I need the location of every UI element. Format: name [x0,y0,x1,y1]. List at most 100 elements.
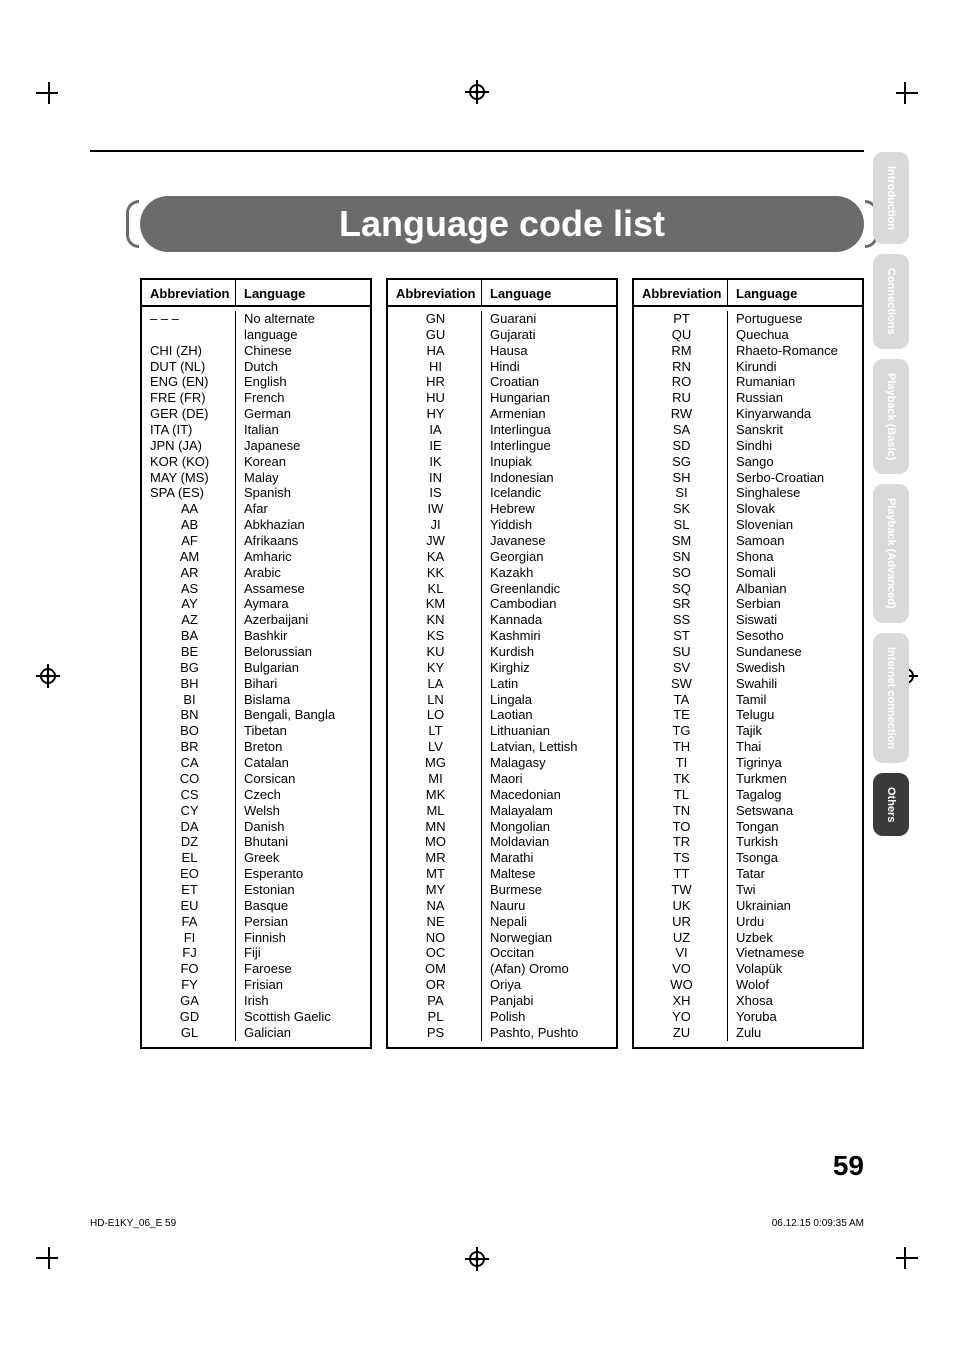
table-row: AFAfrikaans [142,533,370,549]
side-tab[interactable]: Others [873,773,909,836]
table-row: MIMaori [388,771,616,787]
abbrev-cell: TK [634,771,728,787]
table-row: AAAfar [142,501,370,517]
side-tab[interactable]: Playback (Advanced) [873,484,909,623]
table-row: BRBreton [142,739,370,755]
language-cell: Hebrew [482,501,616,517]
language-cell: Spanish [236,485,370,501]
abbrev-cell: SO [634,565,728,581]
table-row: YOYoruba [634,1009,862,1025]
language-cell: Tatar [728,866,862,882]
table-row: SNShona [634,549,862,565]
table-row: XHXhosa [634,993,862,1009]
language-cell: Laotian [482,707,616,723]
table-row: BNBengali, Bangla [142,707,370,723]
language-cell: Swahili [728,676,862,692]
table-row: FYFrisian [142,977,370,993]
language-cell: Afrikaans [236,533,370,549]
language-cell: Mongolian [482,819,616,835]
language-cell: Zulu [728,1025,862,1041]
table-row: CHI (ZH)Chinese [142,343,370,359]
abbrev-cell: RO [634,374,728,390]
table-row: LTLithuanian [388,723,616,739]
language-cell: Esperanto [236,866,370,882]
abbrev-cell: LA [388,676,482,692]
abbrev-cell: SK [634,501,728,517]
abbrev-cell: KN [388,612,482,628]
crop-mark [48,82,50,104]
language-cell: Bhutani [236,834,370,850]
abbrev-cell: AB [142,517,236,533]
language-cell: Telugu [728,707,862,723]
title-banner: Language code list [140,194,864,254]
abbrev-cell: BO [142,723,236,739]
abbrev-cell: PS [388,1025,482,1041]
table-row: OM(Afan) Oromo [388,961,616,977]
table-row: DZBhutani [142,834,370,850]
header-language: Language [236,280,370,305]
language-cell: Serbo-Croatian [728,470,862,486]
language-cell: Yiddish [482,517,616,533]
table-row: VOVolapük [634,961,862,977]
abbrev-cell: BA [142,628,236,644]
abbrev-cell: YO [634,1009,728,1025]
abbrev-cell: MI [388,771,482,787]
language-cell: Kazakh [482,565,616,581]
abbrev-cell: IS [388,485,482,501]
abbrev-cell: CY [142,803,236,819]
side-tab[interactable]: Playback (Basic) [873,359,909,474]
language-cell: Twi [728,882,862,898]
language-cell: Interlingua [482,422,616,438]
side-tab[interactable]: Internet connection [873,633,909,763]
language-cell: Macedonian [482,787,616,803]
table-row: TWTwi [634,882,862,898]
table-row: LNLingala [388,692,616,708]
abbrev-cell: LO [388,707,482,723]
abbrev-cell: LT [388,723,482,739]
language-cell: Ukrainian [728,898,862,914]
language-cell: Guarani [482,311,616,327]
table-row: TOTongan [634,819,862,835]
abbrev-cell: ET [142,882,236,898]
abbrev-cell: MT [388,866,482,882]
table-row: SSSiswati [634,612,862,628]
table-row: NONorwegian [388,930,616,946]
language-cell: Hindi [482,359,616,375]
side-tab[interactable]: Introduction [873,152,909,244]
language-cell: Korean [236,454,370,470]
abbrev-cell: DUT (NL) [142,359,236,375]
abbrev-cell: LN [388,692,482,708]
table-row: SPA (ES)Spanish [142,485,370,501]
language-cell: Sindhi [728,438,862,454]
crop-mark [896,1257,918,1259]
page-top-rule [90,150,864,152]
table-row: HRCroatian [388,374,616,390]
abbrev-cell: OR [388,977,482,993]
page-title: Language code list [339,203,665,245]
language-cell: (Afan) Oromo [482,961,616,977]
side-tab[interactable]: Connections [873,254,909,349]
table-row: SRSerbian [634,596,862,612]
side-tabs: Introduction Connections Playback (Basic) P… [873,152,909,836]
language-cell: Nauru [482,898,616,914]
table-row: ITA (IT)Italian [142,422,370,438]
table-row: PTPortuguese [634,311,862,327]
language-cell: Scottish Gaelic [236,1009,370,1025]
language-cell: Polish [482,1009,616,1025]
registration-mark-icon [465,1247,489,1271]
table-row: GDScottish Gaelic [142,1009,370,1025]
table-row: TITigrinya [634,755,862,771]
abbrev-cell: GU [388,327,482,343]
language-cell: Marathi [482,850,616,866]
abbrev-cell: MY [388,882,482,898]
table-row: WOWolof [634,977,862,993]
table-row: IEInterlingue [388,438,616,454]
abbrev-cell: SI [634,485,728,501]
abbrev-cell: KS [388,628,482,644]
table-row: SGSango [634,454,862,470]
language-cell: Afar [236,501,370,517]
abbrev-cell: IK [388,454,482,470]
language-cell: Moldavian [482,834,616,850]
abbrev-cell: IN [388,470,482,486]
footer-left: HD-E1KY_06_E 59 [90,1218,176,1229]
